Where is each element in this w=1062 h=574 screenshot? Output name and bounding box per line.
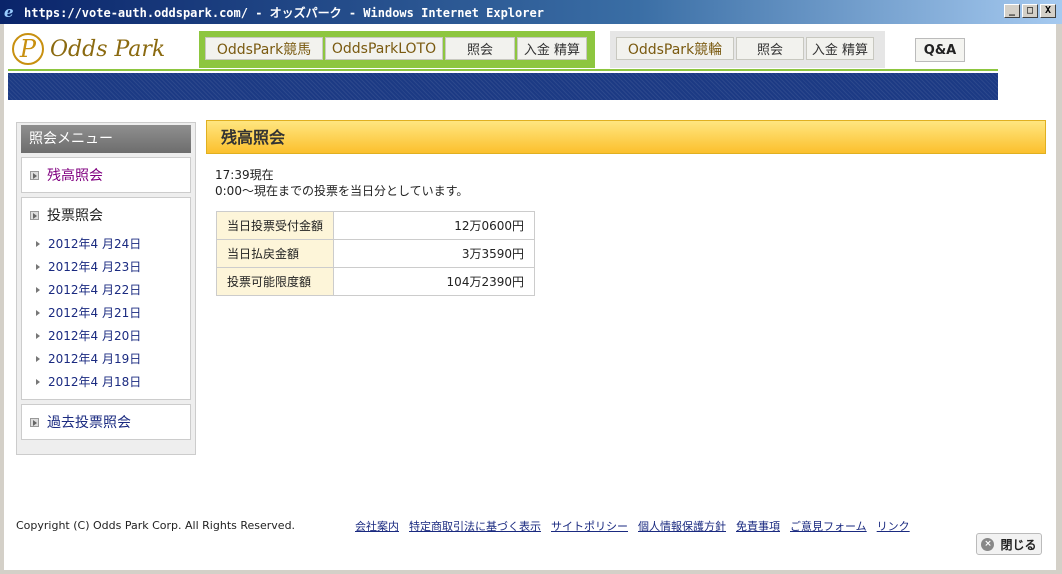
table-row: 当日払戻金額 3万3590円 [216, 239, 535, 268]
tab-keirin-deposit[interactable]: 入金 精算 [806, 37, 874, 60]
close-button[interactable]: × 閉じる [976, 533, 1042, 555]
maximize-button[interactable]: □ [1022, 4, 1038, 18]
date-link-0420[interactable]: 2012年4 月20日 [22, 324, 190, 347]
sidebar-item-vote-inquiry: 投票照会 [22, 198, 190, 232]
page-title: 残高照会 [206, 120, 1046, 154]
window-titlebar: e https://vote-auth.oddspark.com/ - オッズパ… [0, 0, 1062, 24]
triangle-right-icon [36, 286, 40, 293]
footer-link-disclaimer[interactable]: 免責事項 [736, 518, 780, 534]
date-link-0418[interactable]: 2012年4 月18日 [22, 370, 190, 393]
footer-links: 会社案内 特定商取引法に基づく表示 サイトポリシー 個人情報保護方針 免責事項 … [355, 518, 910, 534]
square-bullet-icon [30, 170, 39, 180]
header-banner-bar [8, 73, 998, 100]
tab-keiba-deposit[interactable]: 入金 精算 [517, 37, 587, 60]
sidebar-box-balance: 残高照会 [21, 157, 191, 193]
sidebar-box-past: 過去投票照会 [21, 404, 191, 440]
sidebar-item-label: 過去投票照会 [47, 415, 131, 431]
logo-text: Odds Park [50, 36, 166, 62]
close-window-button[interactable]: X [1040, 4, 1056, 18]
sidebar-item-balance[interactable]: 残高照会 [22, 158, 190, 192]
tab-keiba-inquiry[interactable]: 照会 [445, 37, 515, 60]
footer-link-feedback[interactable]: ご意見フォーム [790, 518, 867, 534]
ie-browser-icon: e [4, 3, 14, 21]
vote-date-list: 2012年4 月24日 2012年4 月23日 2012年4 月22日 2012… [22, 232, 190, 399]
tab-oddspark-keirin[interactable]: OddsPark競輪 [616, 37, 734, 60]
inquiry-sidebar: 照会メニュー 残高照会 投票照会 2012年4 月24日 2012年4 月23日… [16, 122, 196, 455]
date-link-0422[interactable]: 2012年4 月22日 [22, 278, 190, 301]
period-description: 0:00～現在までの投票を当日分としています。 [215, 184, 469, 198]
sidebar-item-past-votes[interactable]: 過去投票照会 [22, 405, 190, 439]
table-row: 投票可能限度額 104万2390円 [216, 267, 535, 296]
date-link-0423[interactable]: 2012年4 月23日 [22, 255, 190, 278]
keiba-nav: OddsPark競馬 OddsParkLOTO 照会 入金 精算 [199, 31, 595, 68]
tab-oddspark-loto[interactable]: OddsParkLOTO [325, 37, 443, 60]
table-row: 当日投票受付金額 12万0600円 [216, 211, 535, 240]
row-value: 104万2390円 [333, 267, 535, 296]
window-controls: _ □ X [1004, 4, 1056, 18]
row-value: 3万3590円 [333, 239, 535, 268]
date-link-0424[interactable]: 2012年4 月24日 [22, 232, 190, 255]
oddspark-logo[interactable]: P Odds Park [12, 32, 165, 66]
row-label: 投票可能限度額 [216, 267, 334, 296]
page-content: P Odds Park OddsPark競馬 OddsParkLOTO 照会 入… [4, 24, 1056, 570]
date-link-0419[interactable]: 2012年4 月19日 [22, 347, 190, 370]
sidebar-item-label: 残高照会 [47, 168, 103, 184]
copyright-text: Copyright (C) Odds Park Corp. All Rights… [16, 519, 296, 532]
row-label: 当日投票受付金額 [216, 211, 334, 240]
triangle-right-icon [36, 378, 40, 385]
window-title: https://vote-auth.oddspark.com/ - オッズパーク… [24, 5, 544, 20]
triangle-right-icon [36, 332, 40, 339]
balance-table: 当日投票受付金額 12万0600円 当日払戻金額 3万3590円 投票可能限度額… [216, 211, 535, 296]
tab-oddspark-keiba[interactable]: OddsPark競馬 [205, 37, 323, 60]
date-link-0421[interactable]: 2012年4 月21日 [22, 301, 190, 324]
header-divider [8, 69, 998, 71]
row-label: 当日払戻金額 [216, 239, 334, 268]
row-value: 12万0600円 [333, 211, 535, 240]
tab-keirin-inquiry[interactable]: 照会 [736, 37, 804, 60]
triangle-right-icon [36, 355, 40, 362]
footer-link-company[interactable]: 会社案内 [355, 518, 399, 534]
footer-link-privacy[interactable]: 個人情報保護方針 [638, 518, 726, 534]
footer-link-links[interactable]: リンク [877, 518, 910, 534]
logo-mark-icon: P [12, 33, 44, 65]
as-of-time: 17:39現在 [215, 168, 274, 182]
footer-link-commerce-law[interactable]: 特定商取引法に基づく表示 [409, 518, 541, 534]
square-bullet-icon [30, 417, 39, 427]
footer-link-site-policy[interactable]: サイトポリシー [551, 518, 628, 534]
minimize-button[interactable]: _ [1004, 4, 1020, 18]
sidebar-item-label: 投票照会 [47, 208, 103, 224]
triangle-right-icon [36, 309, 40, 316]
sidebar-title: 照会メニュー [21, 125, 191, 153]
square-bullet-icon [30, 210, 39, 220]
triangle-right-icon [36, 263, 40, 270]
close-icon: × [981, 537, 995, 551]
triangle-right-icon [36, 240, 40, 247]
sidebar-box-votes: 投票照会 2012年4 月24日 2012年4 月23日 2012年4 月22日… [21, 197, 191, 400]
keirin-nav: OddsPark競輪 照会 入金 精算 [610, 31, 885, 68]
close-button-label: 閉じる [1000, 537, 1037, 552]
qa-button[interactable]: Q&A [915, 38, 965, 62]
